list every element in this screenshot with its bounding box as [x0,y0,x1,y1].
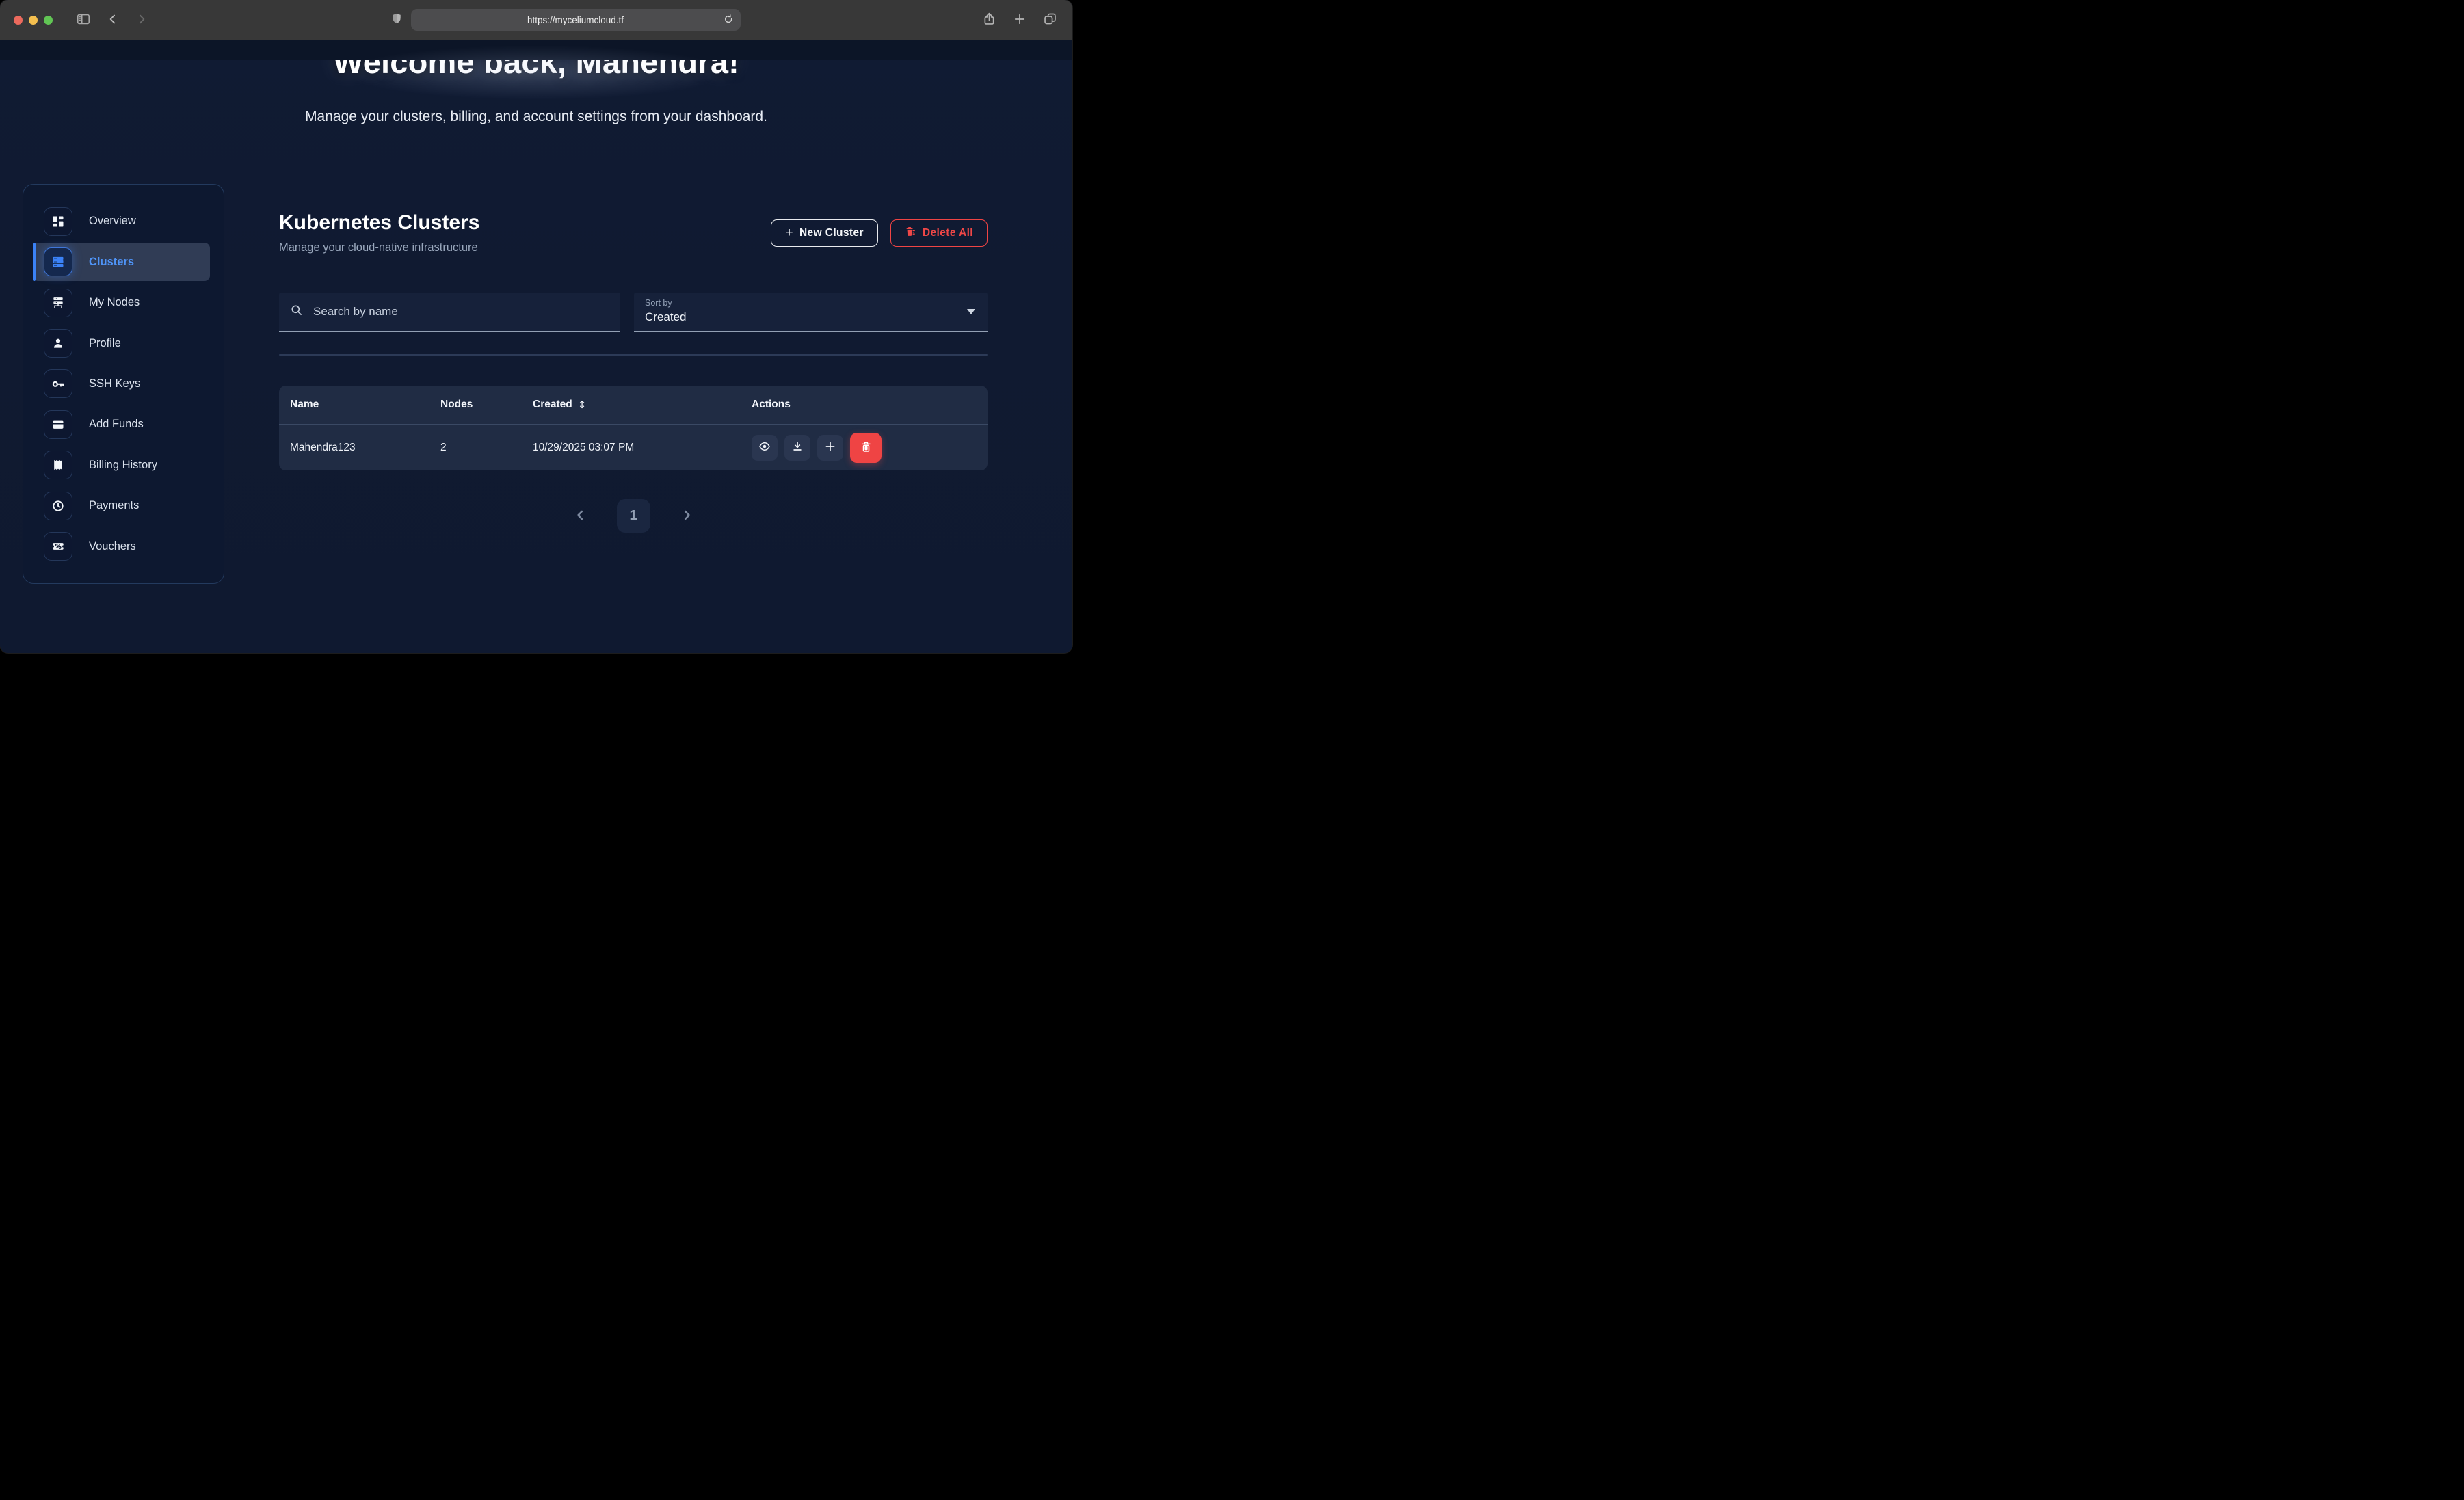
tab-overview-button[interactable] [1043,12,1057,28]
download-kubeconfig-button[interactable] [784,435,810,461]
content-divider [279,354,988,356]
sidebar-item-my-nodes[interactable]: My Nodes [33,284,210,321]
sidebar-item-clusters[interactable]: Clusters [33,243,210,280]
search-input[interactable] [312,304,609,319]
sort-updown-icon: ↕ [578,399,587,411]
sidebar-item-label: Vouchers [89,540,136,553]
column-header-nodes: Nodes [440,399,533,411]
column-header-name: Name [290,399,440,411]
sidebar-item-label: Overview [89,215,136,228]
share-icon [982,12,996,28]
column-header-actions: Actions [752,399,977,411]
next-page-button[interactable] [680,509,693,524]
pagination: 1 [279,499,988,533]
eye-icon [758,440,771,455]
sidebar-nav: Overview Clusters [23,184,224,584]
sidebar-toggle-button[interactable] [76,12,91,29]
sidebar-item-profile[interactable]: Profile [33,324,210,362]
privacy-shield-icon[interactable] [390,12,403,29]
plus-icon [1013,12,1026,28]
close-window-button[interactable] [14,16,23,25]
user-icon [44,329,72,358]
ticket-icon [44,532,72,561]
previous-page-button[interactable] [574,509,587,524]
sidebar-item-label: My Nodes [89,296,140,309]
clock-icon [44,492,72,520]
chevron-left-icon [574,509,587,524]
chevron-right-icon [680,509,693,524]
page-number-button[interactable]: 1 [617,499,650,533]
sidebar-item-label: Profile [89,337,121,350]
welcome-subtitle: Manage your clusters, billing, and accou… [0,109,1072,125]
row-actions [752,433,977,463]
table-header-row: Name Nodes Created ↕ Actions [279,386,988,424]
sort-label: Sort by [645,298,977,308]
table-row: Mahendra123 2 10/29/2025 03:07 PM [279,425,988,470]
trash-icon [905,226,916,241]
dashboard-icon [44,207,72,236]
tabs-icon [1043,12,1057,28]
back-icon [106,12,120,28]
sidebar-item-label: Clusters [89,256,134,269]
sidebar-item-label: Billing History [89,459,157,472]
clusters-section: Kubernetes Clusters Manage your cloud-na… [279,184,988,653]
page-title: Kubernetes Clusters [279,211,479,235]
servers-icon [44,247,72,276]
nodes-icon [44,289,72,317]
search-icon [290,304,303,320]
back-button[interactable] [106,12,120,28]
dashboard-page: Welcome back, Mahendra! Manage your clus… [0,40,1072,653]
browser-chrome: https://myceliumcloud.tf [0,0,1072,40]
sidebar-item-label: SSH Keys [89,377,140,390]
sidebar-toggle-icon [76,12,91,29]
cluster-nodes-cell: 2 [440,442,533,454]
chevron-down-icon [967,309,975,314]
reload-icon[interactable] [723,14,734,29]
search-field[interactable] [279,293,620,332]
forward-button[interactable] [135,12,148,28]
credit-card-icon [44,410,72,439]
sort-value: Created [645,310,977,324]
download-icon [791,440,804,455]
address-bar-url: https://myceliumcloud.tf [527,15,624,25]
page-subtitle: Manage your cloud-native infrastructure [279,241,479,254]
browser-window: https://myceliumcloud.tf [0,0,1072,653]
plus-icon [824,440,836,455]
new-cluster-button[interactable]: + New Cluster [771,219,877,247]
traffic-lights [14,16,53,25]
sidebar-item-billing-history[interactable]: Billing History [33,446,210,484]
sort-select[interactable]: Sort by Created [634,293,988,332]
key-icon [44,369,72,398]
clusters-table: Name Nodes Created ↕ Actions Mahendra123… [279,386,988,470]
cluster-name-cell: Mahendra123 [290,442,440,454]
sidebar-item-label: Add Funds [89,418,144,431]
zoom-window-button[interactable] [44,16,53,25]
minimize-window-button[interactable] [29,16,38,25]
share-button[interactable] [982,12,996,28]
sidebar-item-overview[interactable]: Overview [33,202,210,240]
cluster-created-cell: 10/29/2025 03:07 PM [533,442,752,454]
top-nav-band [0,40,1072,60]
address-bar[interactable]: https://myceliumcloud.tf [411,9,741,31]
sidebar-item-add-funds[interactable]: Add Funds [33,405,210,443]
sidebar-item-vouchers[interactable]: Vouchers [33,528,210,565]
trash-icon [860,440,873,455]
column-header-created[interactable]: Created ↕ [533,399,752,411]
forward-icon [135,12,148,28]
new-tab-button[interactable] [1013,12,1026,28]
sidebar-item-label: Payments [89,499,139,512]
receipt-icon [44,451,72,479]
delete-all-button[interactable]: Delete All [890,219,988,247]
view-cluster-button[interactable] [752,435,778,461]
sidebar-item-ssh-keys[interactable]: SSH Keys [33,365,210,403]
delete-cluster-button[interactable] [850,433,882,463]
add-node-button[interactable] [817,435,843,461]
plus-icon: + [785,226,793,239]
sidebar-item-payments[interactable]: Payments [33,487,210,524]
